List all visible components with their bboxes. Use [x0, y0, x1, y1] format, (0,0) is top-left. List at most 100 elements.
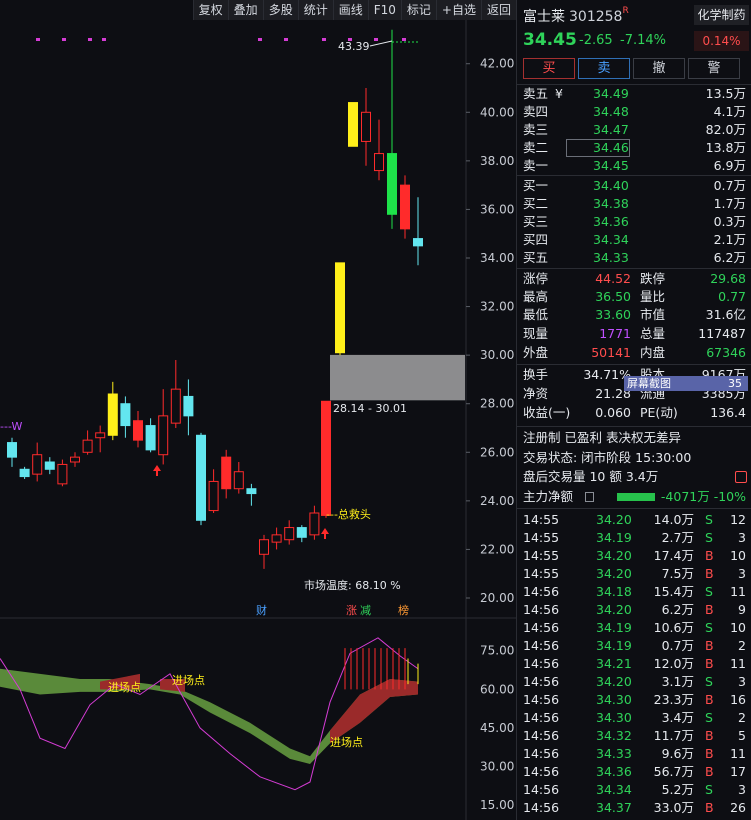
- reduce-tag: 减: [360, 604, 371, 617]
- signal-dot: [88, 38, 92, 41]
- ask-mark: ¥: [555, 86, 563, 101]
- alert-button[interactable]: 警: [688, 58, 740, 79]
- stat-label: 内盘: [640, 345, 666, 360]
- ask-price: 34.49: [593, 86, 629, 101]
- tick-count: 3: [738, 530, 746, 545]
- price-change: -2.65: [579, 33, 613, 48]
- candle-body: [271, 534, 282, 543]
- stat-value: 0.060: [595, 405, 631, 420]
- tick-direction: S: [705, 710, 713, 725]
- candle-body: [95, 432, 106, 439]
- ask-row: 卖二 34.46 13.8万: [517, 139, 751, 157]
- stat-value: 33.60: [595, 307, 631, 322]
- candle-body: [374, 153, 384, 172]
- divider: [517, 426, 751, 427]
- tick-row[interactable]: 14:56 34.30 23.3万 B 16: [517, 691, 751, 709]
- candle-body: [296, 527, 307, 538]
- tick-count: 10: [730, 620, 746, 635]
- tick-count: 2: [738, 710, 746, 725]
- signal-dot: [62, 38, 66, 41]
- tick-row[interactable]: 14:55 34.20 7.5万 B 3: [517, 565, 751, 583]
- toolbar-multistock-button[interactable]: 多股: [262, 0, 298, 20]
- tick-time: 14:56: [523, 764, 560, 779]
- tick-row[interactable]: 14:56 34.20 6.2万 B 9: [517, 601, 751, 619]
- toolbar-fuquan-button[interactable]: 复权: [192, 0, 228, 20]
- toolbar-draw-button[interactable]: 画线: [332, 0, 368, 20]
- tick-row[interactable]: 14:56 34.34 5.2万 S 3: [517, 781, 751, 799]
- bid-label: 买三: [523, 214, 549, 229]
- tick-row[interactable]: 14:55 34.20 17.4万 B 10: [517, 547, 751, 565]
- stat-value: 50141: [591, 345, 631, 360]
- kline-chart[interactable]: 42.00 40.00 38.00 36.00 34.00 32.00 30.00 28.00…: [0, 0, 516, 820]
- toolbar-back-button[interactable]: 返回: [480, 0, 516, 20]
- tick-direction: S: [705, 512, 713, 527]
- stat-value: 0.77: [718, 289, 746, 304]
- tick-row[interactable]: 14:56 34.30 3.4万 S 2: [517, 709, 751, 727]
- tick-price: 34.19: [596, 638, 632, 653]
- divider: [517, 268, 751, 269]
- tick-price: 34.33: [596, 746, 632, 761]
- bid-price: 34.33: [593, 250, 629, 265]
- info-row: 注册制 已盈利 表决权无差异: [517, 429, 751, 447]
- stat-value: 29.68: [710, 271, 746, 286]
- sector-change-pct: 0.14%: [694, 31, 749, 51]
- cancel-button[interactable]: 撤: [633, 58, 685, 79]
- screenshot-tip-num: 35: [728, 377, 742, 390]
- tick-row[interactable]: 14:56 34.20 3.1万 S 3: [517, 673, 751, 691]
- bid-volume: 2.1万: [713, 232, 746, 247]
- tick-direction: S: [705, 782, 713, 797]
- tick-volume: 7.5万: [661, 566, 694, 581]
- list-icon[interactable]: [585, 492, 594, 502]
- tick-row[interactable]: 14:56 34.21 12.0万 B 11: [517, 655, 751, 673]
- buy-button[interactable]: 买: [523, 58, 575, 79]
- ask-label: 卖三: [523, 122, 549, 137]
- tick-row[interactable]: 14:56 34.33 9.6万 B 11: [517, 745, 751, 763]
- sector-tag[interactable]: 化学制药: [694, 5, 749, 25]
- sell-button[interactable]: 卖: [578, 58, 630, 79]
- tick-row[interactable]: 14:55 34.20 14.0万 S 12: [517, 511, 751, 529]
- tick-direction: S: [705, 620, 713, 635]
- tick-time: 14:56: [523, 602, 560, 617]
- bid-price: 34.40: [593, 178, 629, 193]
- tick-volume: 3.4万: [661, 710, 694, 725]
- stat-label: 总量: [640, 326, 666, 341]
- tick-row[interactable]: 14:56 34.18 15.4万 S 11: [517, 583, 751, 601]
- signal-dot: [322, 38, 326, 41]
- market-temperature: 市场温度: 68.10 %: [304, 578, 401, 592]
- screenshot-tooltip: 屏幕截图 35: [624, 376, 748, 391]
- tick-time: 14:56: [523, 584, 560, 599]
- main-net-value: -4071万 -10%: [660, 489, 746, 504]
- toolbar-add-watchlist-button[interactable]: +自选: [435, 0, 481, 20]
- toolbar-overlay-button[interactable]: 叠加: [227, 0, 263, 20]
- tick-volume: 56.7万: [653, 764, 694, 779]
- stat-label: 现量: [523, 326, 549, 341]
- tick-volume: 10.6万: [653, 620, 694, 635]
- candle-body: [284, 527, 295, 541]
- toolbar-mark-button[interactable]: 标记: [400, 0, 436, 20]
- toolbar-stats-button[interactable]: 统计: [297, 0, 333, 20]
- chart-canvas[interactable]: 42.00 40.00 38.00 36.00 34.00 32.00 30.00 28.00…: [0, 0, 516, 820]
- tick-volume: 0.7万: [661, 638, 694, 653]
- tick-count: 9: [738, 602, 746, 617]
- tick-row[interactable]: 14:56 34.32 11.7万 B 5: [517, 727, 751, 745]
- divider: [517, 508, 751, 509]
- finance-tag: 财: [256, 603, 267, 617]
- stat-label: 最高: [523, 289, 549, 304]
- tick-volume: 23.3万: [653, 692, 694, 707]
- stat-label: 最低: [523, 307, 549, 322]
- selected-ask-highlight: [566, 139, 630, 157]
- tick-row[interactable]: 14:55 34.19 2.7万 S 3: [517, 529, 751, 547]
- price-tick-label: 38.00: [480, 154, 514, 168]
- candle-body: [321, 400, 331, 516]
- ask-row: 卖三 34.47 82.0万: [517, 121, 751, 139]
- toolbar-f10-button[interactable]: F10: [367, 0, 401, 20]
- ask-row: 卖五 ¥34.49 13.5万: [517, 85, 751, 103]
- chart-icon[interactable]: [735, 471, 747, 483]
- ask-volume: 6.9万: [713, 158, 746, 173]
- last-price: 34.45: [523, 30, 577, 50]
- tick-row[interactable]: 14:56 34.37 33.0万 B 26: [517, 799, 751, 817]
- tick-row[interactable]: 14:56 34.36 56.7万 B 17: [517, 763, 751, 781]
- tick-row[interactable]: 14:56 34.19 0.7万 B 2: [517, 637, 751, 655]
- candle-body: [170, 388, 181, 424]
- tick-row[interactable]: 14:56 34.19 10.6万 S 10: [517, 619, 751, 637]
